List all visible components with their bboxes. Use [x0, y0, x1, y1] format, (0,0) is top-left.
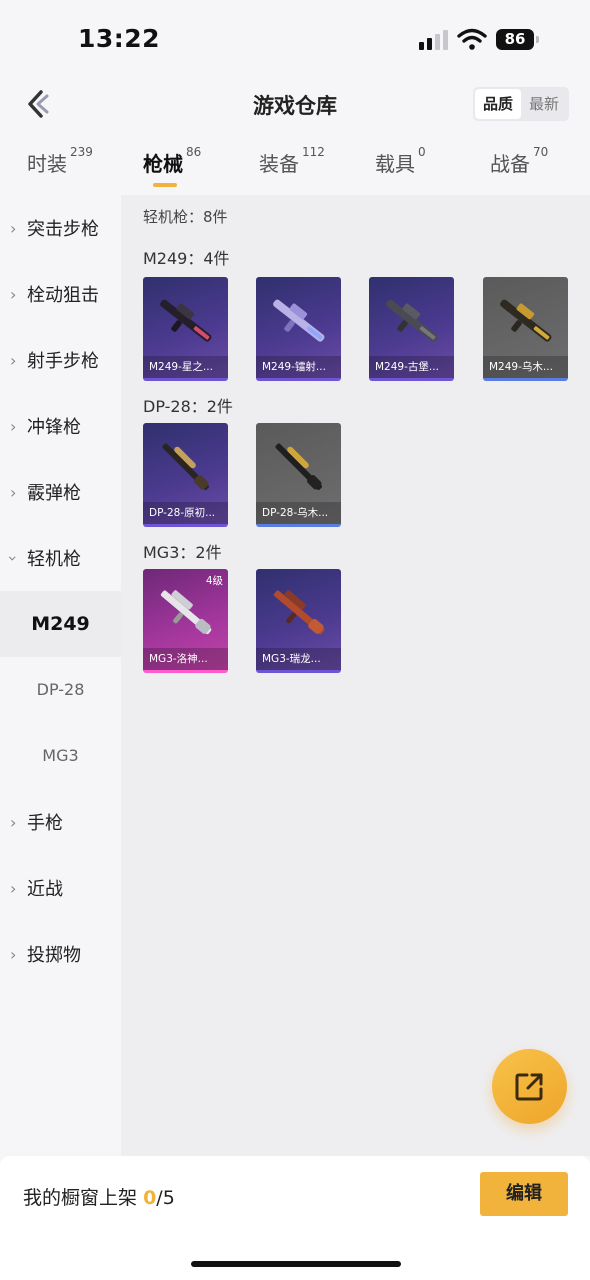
showcase-total-count: /5 — [156, 1187, 175, 1209]
chevron-right-icon: › — [10, 879, 17, 898]
tab-guns[interactable]: 枪械 86 — [143, 145, 202, 177]
tab-vehicles[interactable]: 载具 0 — [375, 145, 426, 177]
gun-icon — [162, 443, 209, 490]
chevron-right-icon: › — [10, 417, 17, 436]
tab-count: 86 — [186, 145, 202, 159]
item-card[interactable]: M249-镭射... — [256, 277, 341, 381]
tab-fashion[interactable]: 时装 239 — [27, 145, 93, 177]
tab-label: 装备 — [259, 152, 299, 176]
sidebar-item-label: 射手步枪 — [27, 351, 99, 372]
gun-icon — [160, 299, 212, 342]
sidebar-item-shotgun[interactable]: › 霰弹枪 — [0, 459, 121, 525]
chevron-right-icon: › — [10, 483, 17, 502]
item-card[interactable]: M249-乌木... — [483, 277, 568, 381]
category-total: 轻机枪：8件 — [143, 208, 228, 226]
sidebar-item-label: 轻机枪 — [27, 549, 81, 570]
sidebar-item-label: 霰弹枪 — [27, 483, 81, 504]
active-tab-indicator — [153, 183, 177, 187]
group-title-mg3: MG3：2件 — [143, 543, 222, 562]
tab-equipment[interactable]: 装备 112 — [259, 145, 325, 177]
group-title-dp28: DP-28：2件 — [143, 397, 233, 416]
sidebar-item-label: 冲锋枪 — [27, 417, 81, 438]
item-name: M249-镭射... — [256, 356, 341, 378]
item-card[interactable]: MG3-瑞龙... — [256, 569, 341, 673]
item-name: DP-28-原初... — [143, 502, 228, 524]
category-tabs: 时装 239 枪械 86 装备 112 载具 0 战备 70 — [0, 145, 590, 194]
showcase-label: 我的橱窗上架 — [23, 1187, 138, 1209]
wifi-icon — [457, 28, 487, 50]
tab-label: 时装 — [27, 152, 67, 176]
sidebar-subitem-mg3[interactable]: MG3 — [0, 723, 121, 789]
sidebar-item-throwable[interactable]: › 投掷物 — [0, 921, 121, 987]
share-icon — [515, 1073, 543, 1101]
item-name: M249-乌木... — [483, 356, 568, 378]
battery-icon: 86 — [496, 29, 539, 50]
sidebar-item-bolt-sniper[interactable]: › 栓动狙击 — [0, 261, 121, 327]
gun-icon — [275, 443, 322, 490]
signal-icon — [419, 30, 449, 50]
tab-supplies[interactable]: 战备 70 — [490, 145, 549, 177]
sidebar-item-lmg[interactable]: › 轻机枪 — [0, 525, 121, 591]
status-time: 13:22 — [78, 24, 161, 53]
sort-quality-button[interactable]: 品质 — [475, 89, 521, 119]
group-title-m249: M249：4件 — [143, 249, 230, 268]
chevron-down-icon: › — [3, 555, 23, 562]
tab-label: 战备 — [490, 152, 530, 176]
sidebar-item-label: 栓动狙击 — [27, 285, 99, 306]
tab-label: 枪械 — [143, 152, 183, 176]
item-name: DP-28-乌木... — [256, 502, 341, 524]
sidebar-item-smg[interactable]: › 冲锋枪 — [0, 393, 121, 459]
showcase-current-count: 0 — [143, 1187, 157, 1209]
chevron-right-icon: › — [10, 813, 17, 832]
sidebar-item-label: 手枪 — [27, 813, 63, 834]
tab-count: 112 — [302, 145, 325, 159]
chevron-right-icon: › — [10, 285, 17, 304]
sidebar-item-dmr[interactable]: › 射手步枪 — [0, 327, 121, 393]
sidebar-item-label: 投掷物 — [27, 945, 81, 966]
sidebar-item-pistol[interactable]: › 手枪 — [0, 789, 121, 855]
sidebar-item-label: 突击步枪 — [27, 219, 99, 240]
gun-icon — [500, 299, 552, 342]
tab-count: 0 — [418, 145, 426, 159]
item-card[interactable]: DP-28-乌木... — [256, 423, 341, 527]
home-indicator[interactable] — [191, 1261, 401, 1267]
item-card[interactable]: M249-星之... — [143, 277, 228, 381]
sidebar-item-assault-rifle[interactable]: › 突击步枪 — [0, 195, 121, 261]
sidebar: › 突击步枪 › 栓动狙击 › 射手步枪 › 冲锋枪 › 霰弹枪 › 轻机枪 M249 DP… — [0, 195, 121, 1156]
edit-button[interactable]: 编辑 — [480, 1172, 568, 1216]
sidebar-subitem-m249[interactable]: M249 — [0, 591, 121, 657]
share-button[interactable] — [492, 1049, 567, 1124]
item-name: M249-古堡... — [369, 356, 454, 378]
gun-icon — [273, 590, 325, 635]
chevron-right-icon: › — [10, 945, 17, 964]
item-card[interactable]: DP-28-原初... — [143, 423, 228, 527]
tab-count: 239 — [70, 145, 93, 159]
status-bar: 13:22 86 — [0, 0, 590, 72]
level-badge: 4级 — [205, 575, 223, 587]
sidebar-item-melee[interactable]: › 近战 — [0, 855, 121, 921]
gun-icon — [386, 299, 438, 342]
gun-icon — [273, 299, 325, 342]
sidebar-subitem-dp28[interactable]: DP-28 — [0, 657, 121, 723]
tab-count: 70 — [533, 145, 549, 159]
sidebar-item-label: 近战 — [27, 879, 63, 900]
item-card[interactable]: M249-古堡... — [369, 277, 454, 381]
item-card[interactable]: 4级 MG3-洛神... — [143, 569, 228, 673]
showcase-status: 我的橱窗上架 0/5 — [23, 1183, 175, 1210]
item-name: M249-星之... — [143, 356, 228, 378]
tab-label: 载具 — [375, 152, 415, 176]
item-name: MG3-瑞龙... — [256, 648, 341, 670]
sort-latest-button[interactable]: 最新 — [521, 89, 567, 119]
chevron-right-icon: › — [10, 219, 17, 238]
item-name: MG3-洛神... — [143, 648, 228, 670]
chevron-right-icon: › — [10, 351, 17, 370]
sort-toggle[interactable]: 品质 最新 — [473, 87, 569, 121]
